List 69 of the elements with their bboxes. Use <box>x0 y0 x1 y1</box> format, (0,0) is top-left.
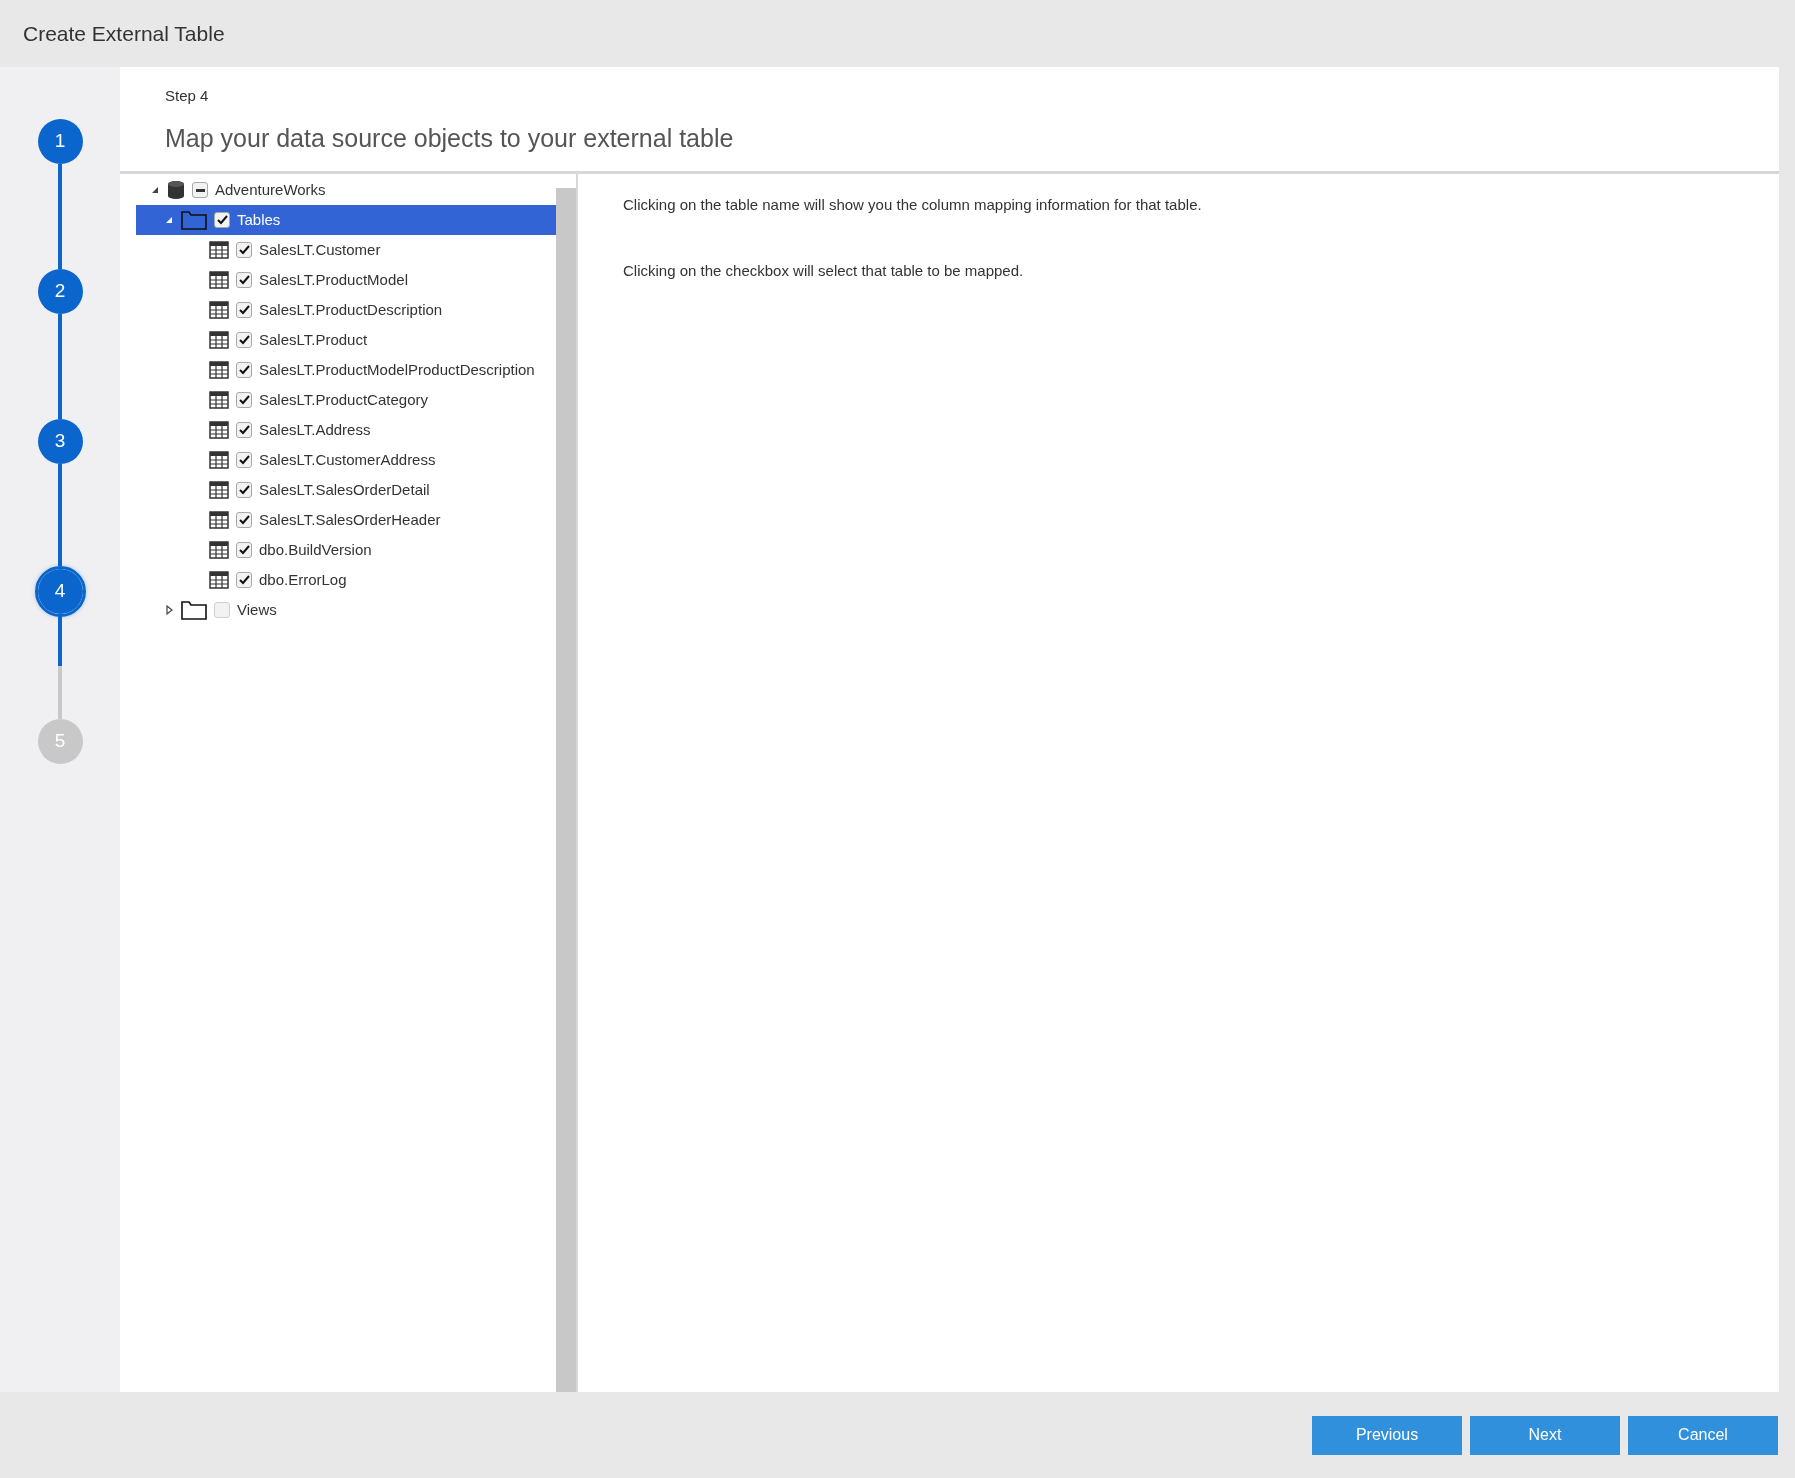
tree-label: SalesLT.CustomerAddress <box>259 449 436 470</box>
tree-row[interactable]: SalesLT.ProductModelProductDescription <box>136 355 556 385</box>
tree-label: SalesLT.Product <box>259 329 368 350</box>
checkbox[interactable] <box>236 482 252 498</box>
tree-row[interactable]: SalesLT.ProductDescription <box>136 295 556 325</box>
checkbox[interactable] <box>236 362 252 378</box>
checkbox[interactable] <box>236 542 252 558</box>
collapse-arrow-icon[interactable] <box>151 186 159 194</box>
tree-row[interactable]: AdventureWorks <box>136 175 556 205</box>
tree-label: SalesLT.ProductModelProductDescription <box>259 359 535 380</box>
checkbox[interactable] <box>236 242 252 258</box>
tree-row[interactable]: SalesLT.Address <box>136 415 556 445</box>
tree-row[interactable]: SalesLT.Product <box>136 325 556 355</box>
table-icon <box>209 361 229 379</box>
tree-label: AdventureWorks <box>215 179 326 200</box>
tree-row[interactable]: SalesLT.SalesOrderHeader <box>136 505 556 535</box>
tree-label: SalesLT.SalesOrderHeader <box>259 509 441 530</box>
tree-label: SalesLT.ProductCategory <box>259 389 428 410</box>
info-text: Clicking on the table name will show you the column mapping information for that table. <box>623 195 1203 215</box>
checkbox[interactable] <box>236 512 252 528</box>
info-text: Clicking on the checkbox will select that table to be mapped. <box>623 260 1025 281</box>
checkbox[interactable] <box>214 212 230 228</box>
checkbox[interactable] <box>236 302 252 318</box>
table-icon <box>209 451 229 469</box>
tree-label: Views <box>237 599 277 620</box>
collapse-arrow-icon[interactable] <box>165 216 173 224</box>
tree-label: Tables <box>237 209 281 230</box>
tree-label: SalesLT.Customer <box>259 239 381 260</box>
table-icon <box>209 271 229 289</box>
step-label: Step 4 <box>165 86 210 106</box>
window-title: Create External Table <box>23 20 225 47</box>
tree-label: dbo.BuildVersion <box>259 539 372 560</box>
folder-icon <box>181 600 207 620</box>
expand-arrow-icon[interactable] <box>165 605 173 615</box>
checkbox[interactable] <box>236 332 252 348</box>
checkbox[interactable] <box>192 182 208 198</box>
tree-row[interactable]: Views <box>136 595 556 625</box>
tree-row[interactable]: dbo.ErrorLog <box>136 565 556 595</box>
table-icon <box>209 481 229 499</box>
tree-label: SalesLT.ProductModel <box>259 269 408 290</box>
table-icon <box>209 391 229 409</box>
scrollbar[interactable] <box>556 188 576 1392</box>
tree-row[interactable]: SalesLT.CustomerAddress <box>136 445 556 475</box>
tree-row[interactable]: SalesLT.ProductModel <box>136 265 556 295</box>
checkbox[interactable] <box>236 572 252 588</box>
checkbox[interactable] <box>236 422 252 438</box>
checkbox[interactable] <box>214 602 230 618</box>
tree-row[interactable]: SalesLT.ProductCategory <box>136 385 556 415</box>
table-icon <box>209 421 229 439</box>
table-icon <box>209 511 229 529</box>
tree-label: SalesLT.SalesOrderDetail <box>259 479 430 500</box>
tree-row[interactable]: Tables <box>136 205 556 235</box>
page-heading: Map your data source objects to your external table <box>165 122 735 154</box>
table-icon <box>209 331 229 349</box>
database-icon <box>167 180 185 200</box>
tree-label: SalesLT.Address <box>259 419 371 440</box>
tree-label: SalesLT.ProductDescription <box>259 299 443 320</box>
checkbox[interactable] <box>236 452 252 468</box>
tree-row[interactable]: SalesLT.Customer <box>136 235 556 265</box>
checkbox[interactable] <box>236 392 252 408</box>
table-icon <box>209 571 229 589</box>
tree-row[interactable]: SalesLT.SalesOrderDetail <box>136 475 556 505</box>
tree-label: dbo.ErrorLog <box>259 569 347 590</box>
table-icon <box>209 301 229 319</box>
tree-row[interactable]: dbo.BuildVersion <box>136 535 556 565</box>
folder-icon <box>181 210 207 230</box>
table-icon <box>209 541 229 559</box>
table-icon <box>209 241 229 259</box>
checkbox[interactable] <box>236 272 252 288</box>
